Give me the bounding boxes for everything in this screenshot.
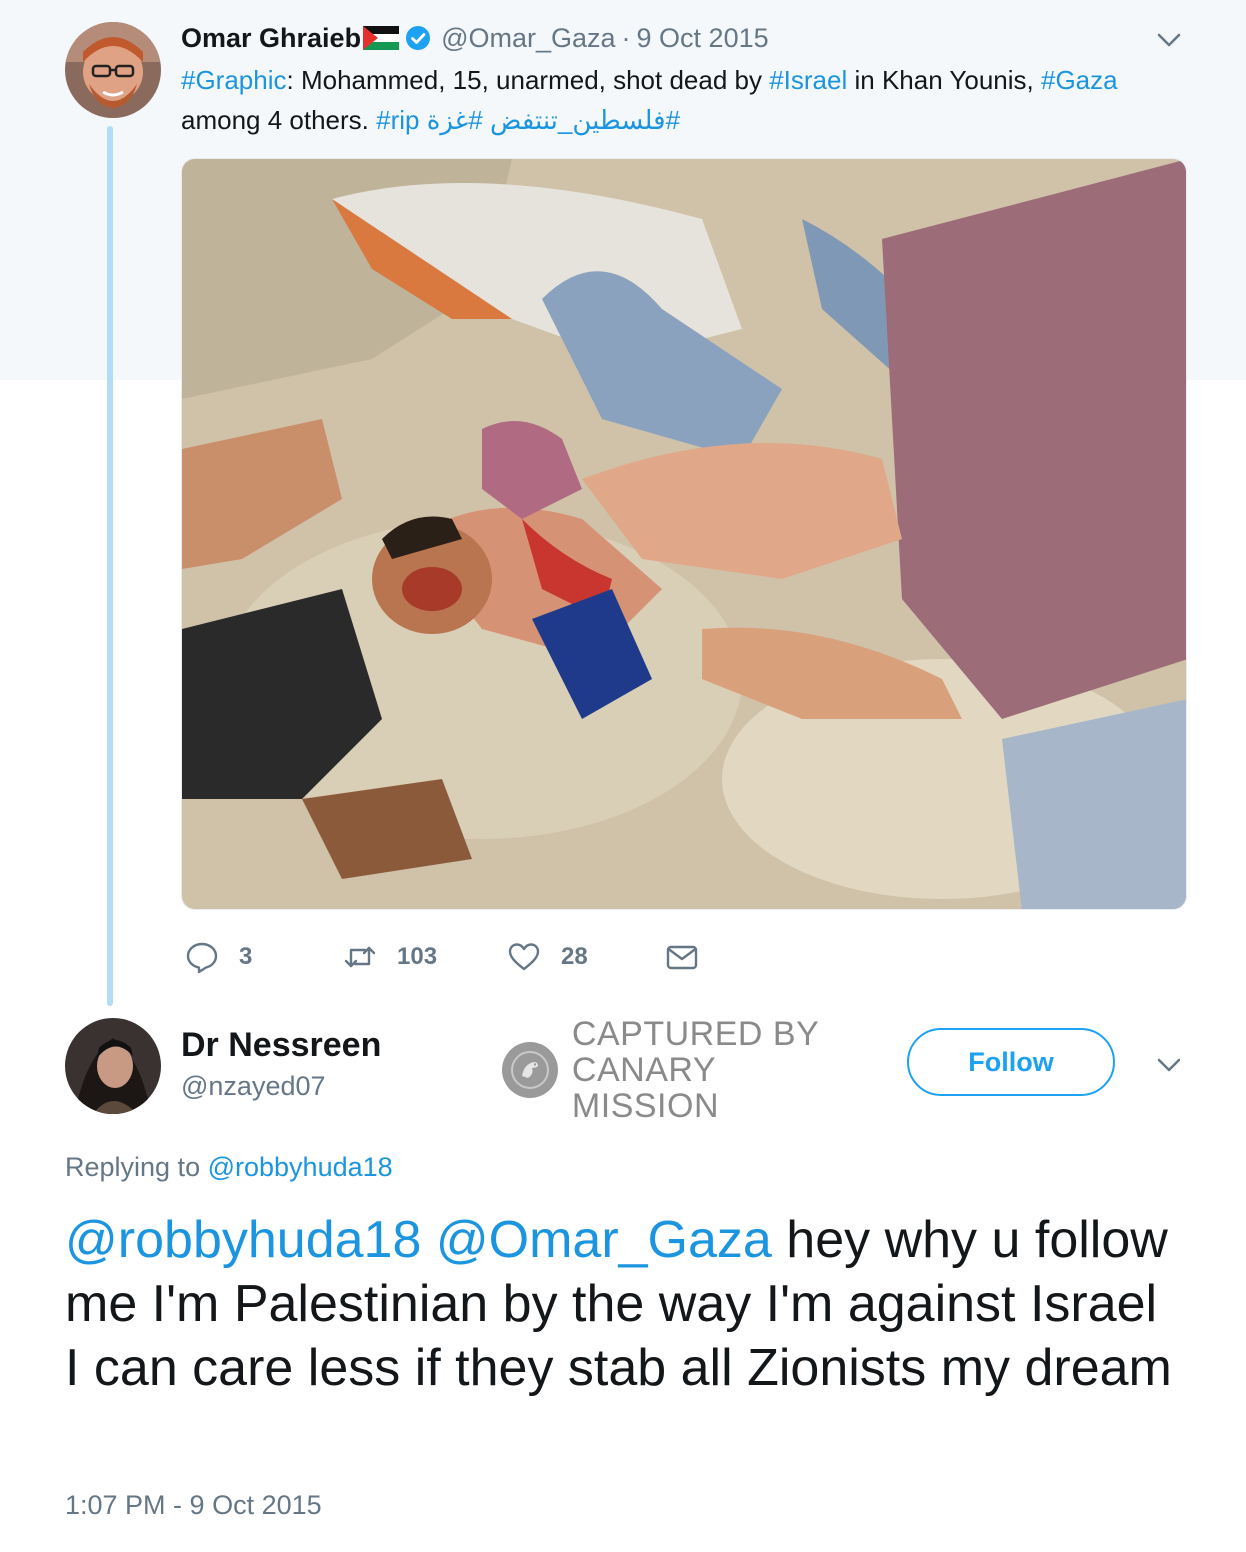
- retweet-button[interactable]: 103: [343, 940, 437, 974]
- author-name[interactable]: Dr Nessreen: [181, 1026, 381, 1065]
- reply-icon: [186, 942, 218, 974]
- tweet-text: @robbyhuda18 @Omar_Gaza hey why u follow…: [65, 1208, 1175, 1400]
- mention-link[interactable]: @robbyhuda18: [65, 1211, 421, 1269]
- reply-count: 3: [239, 943, 253, 970]
- mention-link[interactable]: @Omar_Gaza: [436, 1211, 772, 1269]
- tweet-text: #Graphic: Mohammed, 15, unarmed, shot de…: [181, 60, 1201, 140]
- canary-mission-watermark: CAPTURED BY CANARY MISSION: [502, 1016, 872, 1124]
- tweet-header: Omar Ghraieb @Omar_Gaza · 9 Oct 2015: [181, 20, 769, 56]
- retweet-icon: [344, 946, 376, 968]
- replying-to-link[interactable]: @robbyhuda18: [208, 1152, 393, 1182]
- hashtag-link[interactable]: #Gaza: [1041, 65, 1118, 95]
- replying-to-context: Replying to @robbyhuda18: [65, 1152, 393, 1183]
- tweet-media-photo[interactable]: [181, 158, 1187, 910]
- author-avatar[interactable]: [65, 22, 161, 118]
- tweet-timestamp[interactable]: 1:07 PM - 9 Oct 2015: [65, 1490, 322, 1521]
- like-count: 28: [561, 943, 588, 970]
- like-icon: [508, 943, 540, 971]
- author-avatar[interactable]: [65, 1018, 161, 1114]
- like-button[interactable]: 28: [507, 940, 588, 974]
- hashtag-link[interactable]: #غزة: [427, 105, 483, 135]
- tweet-text-segment: in Khan Younis,: [847, 65, 1041, 95]
- follow-button[interactable]: Follow: [907, 1028, 1115, 1096]
- thread-connector-line: [107, 126, 113, 1006]
- verified-badge-icon: [405, 25, 431, 51]
- hashtag-link[interactable]: #Israel: [769, 65, 847, 95]
- author-handle[interactable]: @Omar_Gaza: [441, 23, 615, 54]
- header-separator: ·: [621, 22, 631, 53]
- tweet-date[interactable]: 9 Oct 2015: [637, 23, 769, 54]
- author-name[interactable]: Omar Ghraieb: [181, 23, 361, 54]
- hashtag-link[interactable]: #Graphic: [181, 65, 287, 95]
- palestine-flag-icon: [363, 26, 400, 50]
- hashtag-link[interactable]: #فلسطين_تنتفض: [490, 105, 680, 135]
- reply-button[interactable]: 3: [185, 940, 252, 974]
- watermark-line: CANARY MISSION: [571, 1051, 719, 1125]
- direct-message-icon: [666, 945, 698, 970]
- chevron-down-icon[interactable]: [1154, 1050, 1184, 1080]
- direct-message-button[interactable]: [665, 940, 699, 974]
- chevron-down-icon[interactable]: [1154, 25, 1184, 55]
- author-handle[interactable]: @nzayed07: [181, 1071, 326, 1102]
- hashtag-link[interactable]: #rip: [376, 105, 419, 135]
- replying-prefix: Replying to: [65, 1152, 201, 1182]
- tweet-text-segment: among 4 others.: [181, 105, 377, 135]
- retweet-count: 103: [397, 943, 438, 970]
- canary-bird-icon: [502, 1042, 558, 1098]
- tweet-text-segment: : Mohammed, 15, unarmed, shot dead by: [286, 65, 770, 95]
- watermark-line: CAPTURED BY: [571, 1015, 820, 1053]
